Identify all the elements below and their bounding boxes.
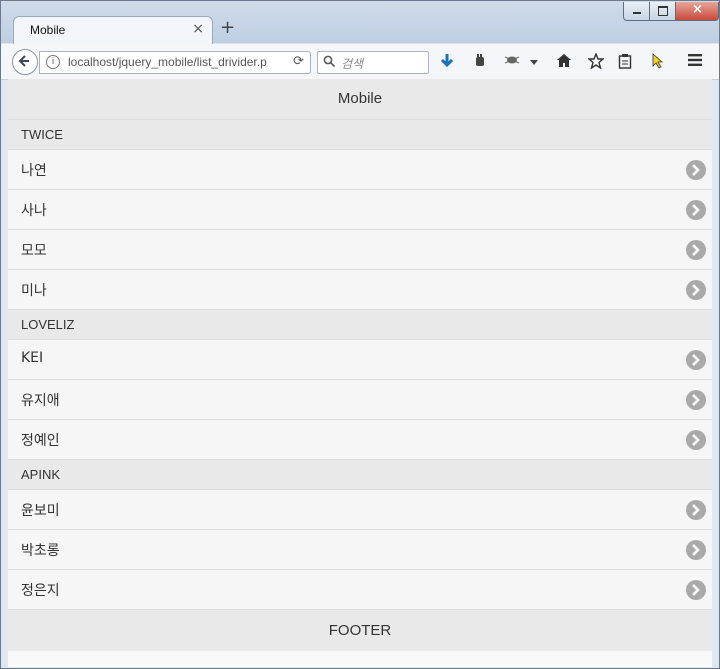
list-item[interactable]: 윤보미 [8,490,712,530]
list-item-label: 모모 [21,243,47,259]
list-item[interactable]: 모모 [8,230,712,270]
minimize-button[interactable] [623,2,651,21]
list-item[interactable]: 정예인 [8,420,712,460]
tab-title: Mobile [30,23,66,37]
list-divider-loveliz: LOVELIZ [8,310,712,340]
list-item[interactable]: 정은지 [8,570,712,610]
home-icon[interactable] [555,53,573,71]
back-arrow-icon [18,55,29,67]
chevron-right-icon [686,500,706,520]
back-button[interactable] [12,49,38,75]
chevron-right-icon [686,200,706,220]
search-input[interactable]: 검색 [317,51,429,74]
chevron-down-icon[interactable] [527,53,541,71]
extension-hand-icon[interactable] [471,53,489,71]
chevron-right-icon [686,390,706,410]
title-bar: Mobile × + × [1,1,719,45]
page-content: Mobile TWICE 나연 사나 모모 미나 LOVELIZ KEI 유지애… [8,79,712,667]
list-item[interactable]: 유지애 [8,380,712,420]
list-item[interactable]: 나연 [8,150,712,190]
list-divider-twice: TWICE [8,120,712,150]
list-item[interactable]: KEI [8,340,712,380]
new-tab-icon[interactable]: + [220,18,235,38]
chevron-right-icon [686,540,706,560]
page-title: Mobile [337,90,383,107]
chevron-right-icon [686,160,706,180]
chevron-right-icon [686,580,706,600]
list-item-label: 미나 [21,283,47,299]
menu-hamburger-icon[interactable] [686,53,704,71]
list-item-label: 박초롱 [21,543,60,559]
list-divider-apink: APINK [8,460,712,490]
browser-tab[interactable]: Mobile × [13,16,213,45]
chevron-right-icon [686,350,706,370]
maximize-button[interactable] [649,2,677,21]
page-header: Mobile [8,79,712,120]
list-item-label: 정은지 [21,583,60,599]
reload-icon[interactable]: ⟳ [293,54,304,69]
list-item[interactable]: 미나 [8,270,712,310]
bookmark-star-icon[interactable] [587,52,605,71]
clipboard-icon[interactable] [616,53,634,71]
info-icon[interactable]: i [46,55,60,69]
divider-label: TWICE [21,127,63,142]
footer-title: FOOTER [328,622,392,639]
list-item-label: 나연 [21,163,47,179]
download-icon[interactable] [438,53,456,71]
divider-label: LOVELIZ [21,317,75,332]
extension-bug-icon[interactable] [503,53,521,71]
divider-label: APINK [21,467,61,482]
chevron-right-icon [686,430,706,450]
list-item-label: 유지애 [21,393,60,409]
list-item-label: 윤보미 [21,503,60,519]
close-window-button[interactable]: × [675,2,719,21]
url-text[interactable]: localhost/jquery_mobile/list_drivider.p [68,55,280,69]
list-item[interactable]: 박초롱 [8,530,712,570]
list-item-label: KEI [21,350,44,366]
list-view: TWICE 나연 사나 모모 미나 LOVELIZ KEI 유지애 정예인 AP… [8,120,712,610]
cursor-pointer-icon[interactable] [649,53,667,71]
page-footer: FOOTER [8,609,712,651]
chevron-right-icon [686,280,706,300]
list-item[interactable]: 사나 [8,190,712,230]
list-item-label: 정예인 [21,433,60,449]
chevron-right-icon [686,240,706,260]
tab-close-icon[interactable]: × [192,21,204,37]
list-item-label: 사나 [21,203,47,219]
search-placeholder: 검색 [341,57,364,71]
close-window-icon: × [692,2,703,17]
address-bar[interactable]: i localhost/jquery_mobile/list_drivider.… [39,51,311,74]
navigation-toolbar: i localhost/jquery_mobile/list_drivider.… [1,44,719,80]
search-icon [323,55,336,68]
